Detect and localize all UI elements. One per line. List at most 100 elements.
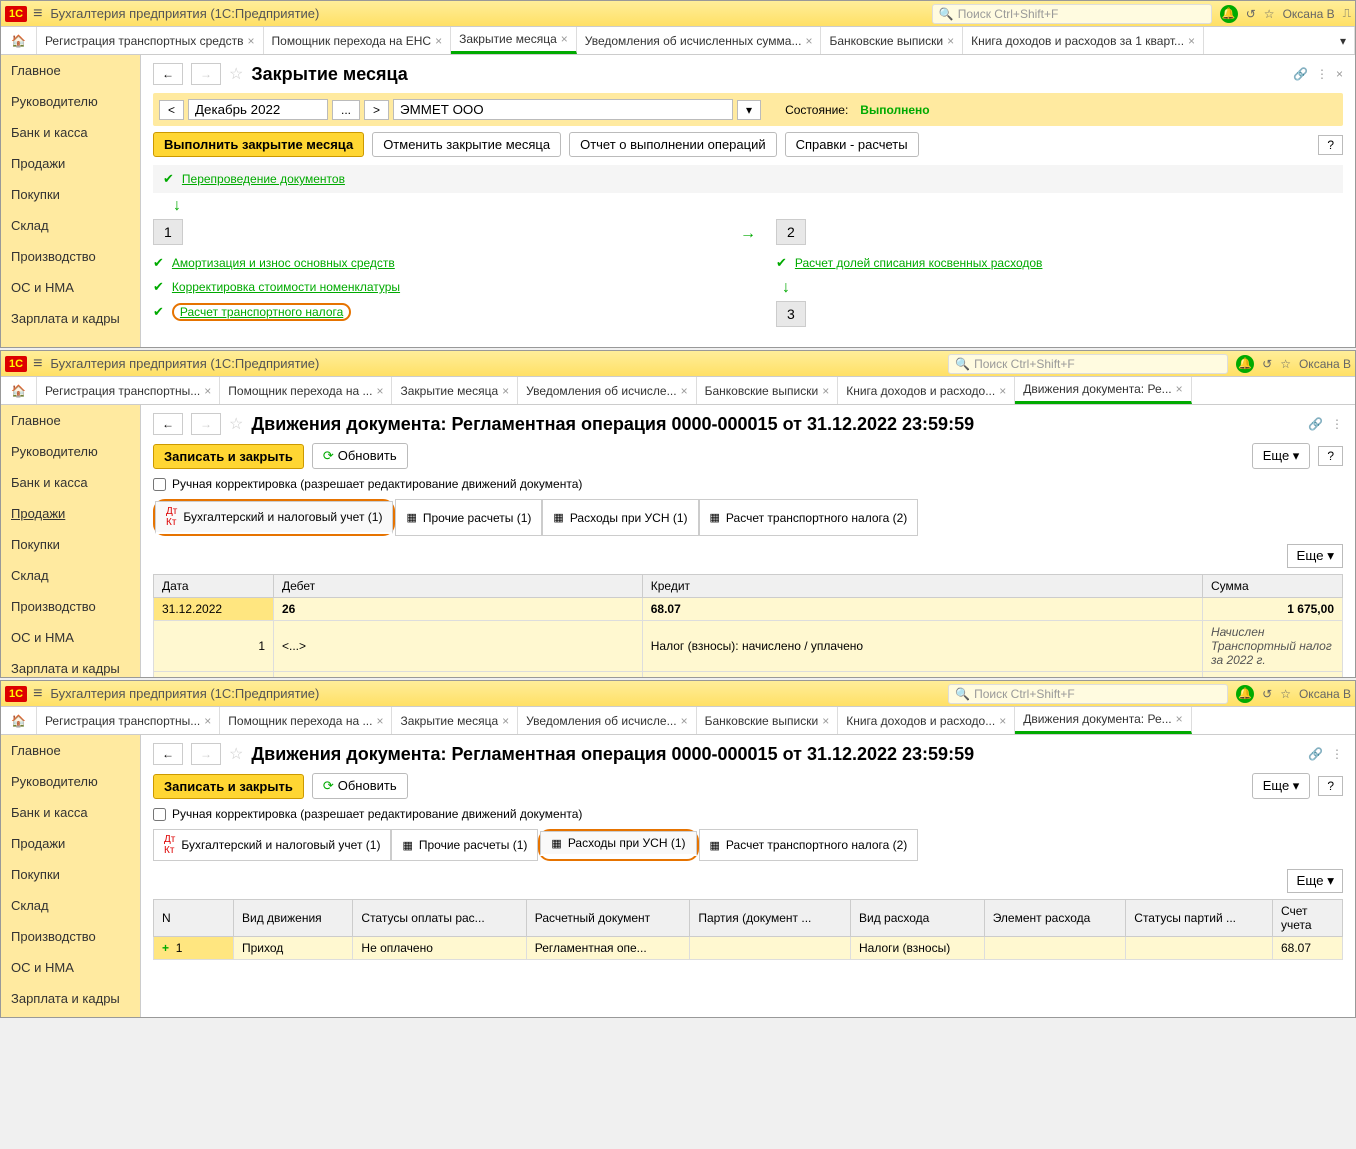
menu-dots-icon[interactable]: ⋮ (1331, 417, 1343, 431)
subtab[interactable]: ▦Прочие расчеты (1) (391, 829, 538, 861)
star-icon[interactable]: ☆ (1280, 687, 1291, 701)
close-icon[interactable]: × (502, 384, 509, 398)
menu-icon[interactable]: ≡ (33, 5, 42, 23)
close-icon[interactable]: × (999, 714, 1006, 728)
cell-status[interactable]: Не оплачено (353, 937, 526, 960)
menu-icon[interactable]: ≡ (33, 355, 42, 373)
close-icon[interactable]: × (805, 34, 812, 48)
org-input[interactable] (393, 99, 733, 120)
refresh-button[interactable]: ⟳Обновить (312, 773, 408, 799)
save-close-button[interactable]: Записать и закрыть (153, 444, 304, 469)
execute-button[interactable]: Выполнить закрытие месяца (153, 132, 364, 157)
cell-date[interactable]: 31.12.2022 (154, 598, 274, 621)
tab[interactable]: Книга доходов и расходо...× (838, 707, 1015, 734)
tab-active[interactable]: Движения документа: Ре...× (1015, 707, 1191, 734)
cell-move[interactable]: Приход (234, 937, 353, 960)
tab[interactable]: Книга доходов и расходов за 1 кварт...× (963, 27, 1204, 54)
favorite-icon[interactable]: ☆ (229, 64, 243, 84)
link-icon[interactable]: 🔗 (1308, 417, 1323, 431)
sidebar-item[interactable]: Покупки (1, 859, 140, 890)
more-button[interactable]: Еще ▾ (1252, 443, 1311, 469)
tab[interactable]: Помощник перехода на ЕНС× (264, 27, 452, 54)
save-close-button[interactable]: Записать и закрыть (153, 774, 304, 799)
tab[interactable]: Уведомления об исчисле...× (518, 707, 696, 734)
cell-account[interactable]: 68.07 (1273, 937, 1343, 960)
close-icon[interactable]: × (999, 384, 1006, 398)
home-tab[interactable]: 🏠 (1, 27, 37, 54)
subtab-usn[interactable]: ▦Расходы при УСН (1) (540, 831, 696, 856)
tab[interactable]: Регистрация транспортны...× (37, 377, 220, 404)
tab[interactable]: Закрытие месяца× (392, 707, 518, 734)
search-input[interactable]: 🔍Поиск Ctrl+Shift+F (948, 684, 1228, 704)
close-icon[interactable]: × (561, 32, 568, 46)
col-header[interactable]: Статусы оплаты рас... (353, 900, 526, 937)
close-icon[interactable]: × (204, 384, 211, 398)
sidebar-item[interactable]: Главное (1, 405, 140, 436)
close-icon[interactable]: × (1176, 712, 1183, 726)
tab[interactable]: Банковские выписки× (821, 27, 963, 54)
help-button[interactable]: ? (1318, 135, 1343, 155)
refresh-button[interactable]: ⟳Обновить (312, 443, 408, 469)
subtab[interactable]: ▦Прочие расчеты (1) (395, 499, 542, 536)
tab[interactable]: Помощник перехода на ...× (220, 377, 392, 404)
close-icon[interactable]: × (947, 34, 954, 48)
forward-button[interactable]: → (191, 63, 221, 85)
sidebar-item[interactable]: Производство (1, 241, 140, 272)
sidebar-item[interactable]: Склад (1, 890, 140, 921)
tab[interactable]: Регистрация транспортных средств× (37, 27, 264, 54)
cell-detail[interactable]: <...> (274, 621, 643, 672)
op-link-highlighted[interactable]: Расчет транспортного налога (180, 305, 343, 319)
sidebar-item[interactable]: Руководителю (1, 436, 140, 467)
cell-doc[interactable]: Регламентная опе... (526, 937, 690, 960)
op-link[interactable]: Корректировка стоимости номенклатуры (172, 280, 400, 294)
settings-icon[interactable]: ⎍ (1343, 6, 1351, 21)
cell-credit-detail[interactable]: Налог (взносы): начислено / уплачено (642, 621, 1202, 672)
sidebar-item[interactable]: Руководителю (1, 766, 140, 797)
back-button[interactable]: ← (153, 63, 183, 85)
sidebar-item[interactable]: Производство (1, 591, 140, 622)
cancel-button[interactable]: Отменить закрытие месяца (372, 132, 561, 157)
sidebar-item[interactable]: Покупки (1, 179, 140, 210)
history-icon[interactable]: ↺ (1262, 687, 1272, 701)
op-link[interactable]: Перепроведение документов (182, 172, 345, 186)
subtab[interactable]: ▦Расходы при УСН (1) (542, 499, 698, 536)
sidebar-item[interactable]: Продажи (1, 828, 140, 859)
tab[interactable]: Банковские выписки× (697, 707, 839, 734)
star-icon[interactable]: ☆ (1280, 357, 1291, 371)
sidebar-item[interactable]: Банк и касса (1, 797, 140, 828)
col-header[interactable]: Сумма (1203, 575, 1343, 598)
close-icon[interactable]: × (822, 384, 829, 398)
sidebar-item[interactable]: ОС и НМА (1, 622, 140, 653)
tab-active[interactable]: Закрытие месяца× (451, 27, 577, 54)
sidebar-item[interactable]: Покупки (1, 529, 140, 560)
col-header[interactable]: Партия (документ ... (690, 900, 851, 937)
more-button[interactable]: Еще ▾ (1287, 869, 1343, 893)
manual-edit-checkbox[interactable] (153, 808, 166, 821)
home-tab[interactable]: 🏠 (1, 377, 37, 404)
col-header[interactable]: Расчетный документ (526, 900, 690, 937)
subtab-accounting[interactable]: ДтКтБухгалтерский и налоговый учет (1) (155, 501, 393, 534)
close-icon[interactable]: × (204, 714, 211, 728)
close-icon[interactable]: × (1176, 382, 1183, 396)
history-icon[interactable]: ↺ (1246, 7, 1256, 21)
forward-button[interactable]: → (191, 413, 221, 435)
col-header[interactable]: Дебет (274, 575, 643, 598)
manual-edit-checkbox[interactable] (153, 478, 166, 491)
history-icon[interactable]: ↺ (1262, 357, 1272, 371)
star-icon[interactable]: ☆ (1264, 7, 1275, 21)
tab[interactable]: Помощник перехода на ...× (220, 707, 392, 734)
col-header[interactable]: Дата (154, 575, 274, 598)
sidebar-item[interactable]: Зарплата и кадры (1, 653, 140, 678)
cell-party[interactable] (690, 937, 851, 960)
cell-party-status[interactable] (1126, 937, 1273, 960)
search-input[interactable]: 🔍Поиск Ctrl+Shift+F (948, 354, 1228, 374)
col-header[interactable]: Вид движения (234, 900, 353, 937)
tab[interactable]: Регистрация транспортны...× (37, 707, 220, 734)
sidebar-item[interactable]: Руководителю (1, 86, 140, 117)
bell-icon[interactable]: 🔔 (1236, 355, 1254, 373)
close-icon[interactable]: × (376, 714, 383, 728)
cell-sum[interactable]: 1 675,00 (1203, 598, 1343, 621)
cell-element[interactable] (984, 937, 1126, 960)
sidebar-item[interactable]: Продажи (1, 148, 140, 179)
close-icon[interactable]: × (681, 714, 688, 728)
